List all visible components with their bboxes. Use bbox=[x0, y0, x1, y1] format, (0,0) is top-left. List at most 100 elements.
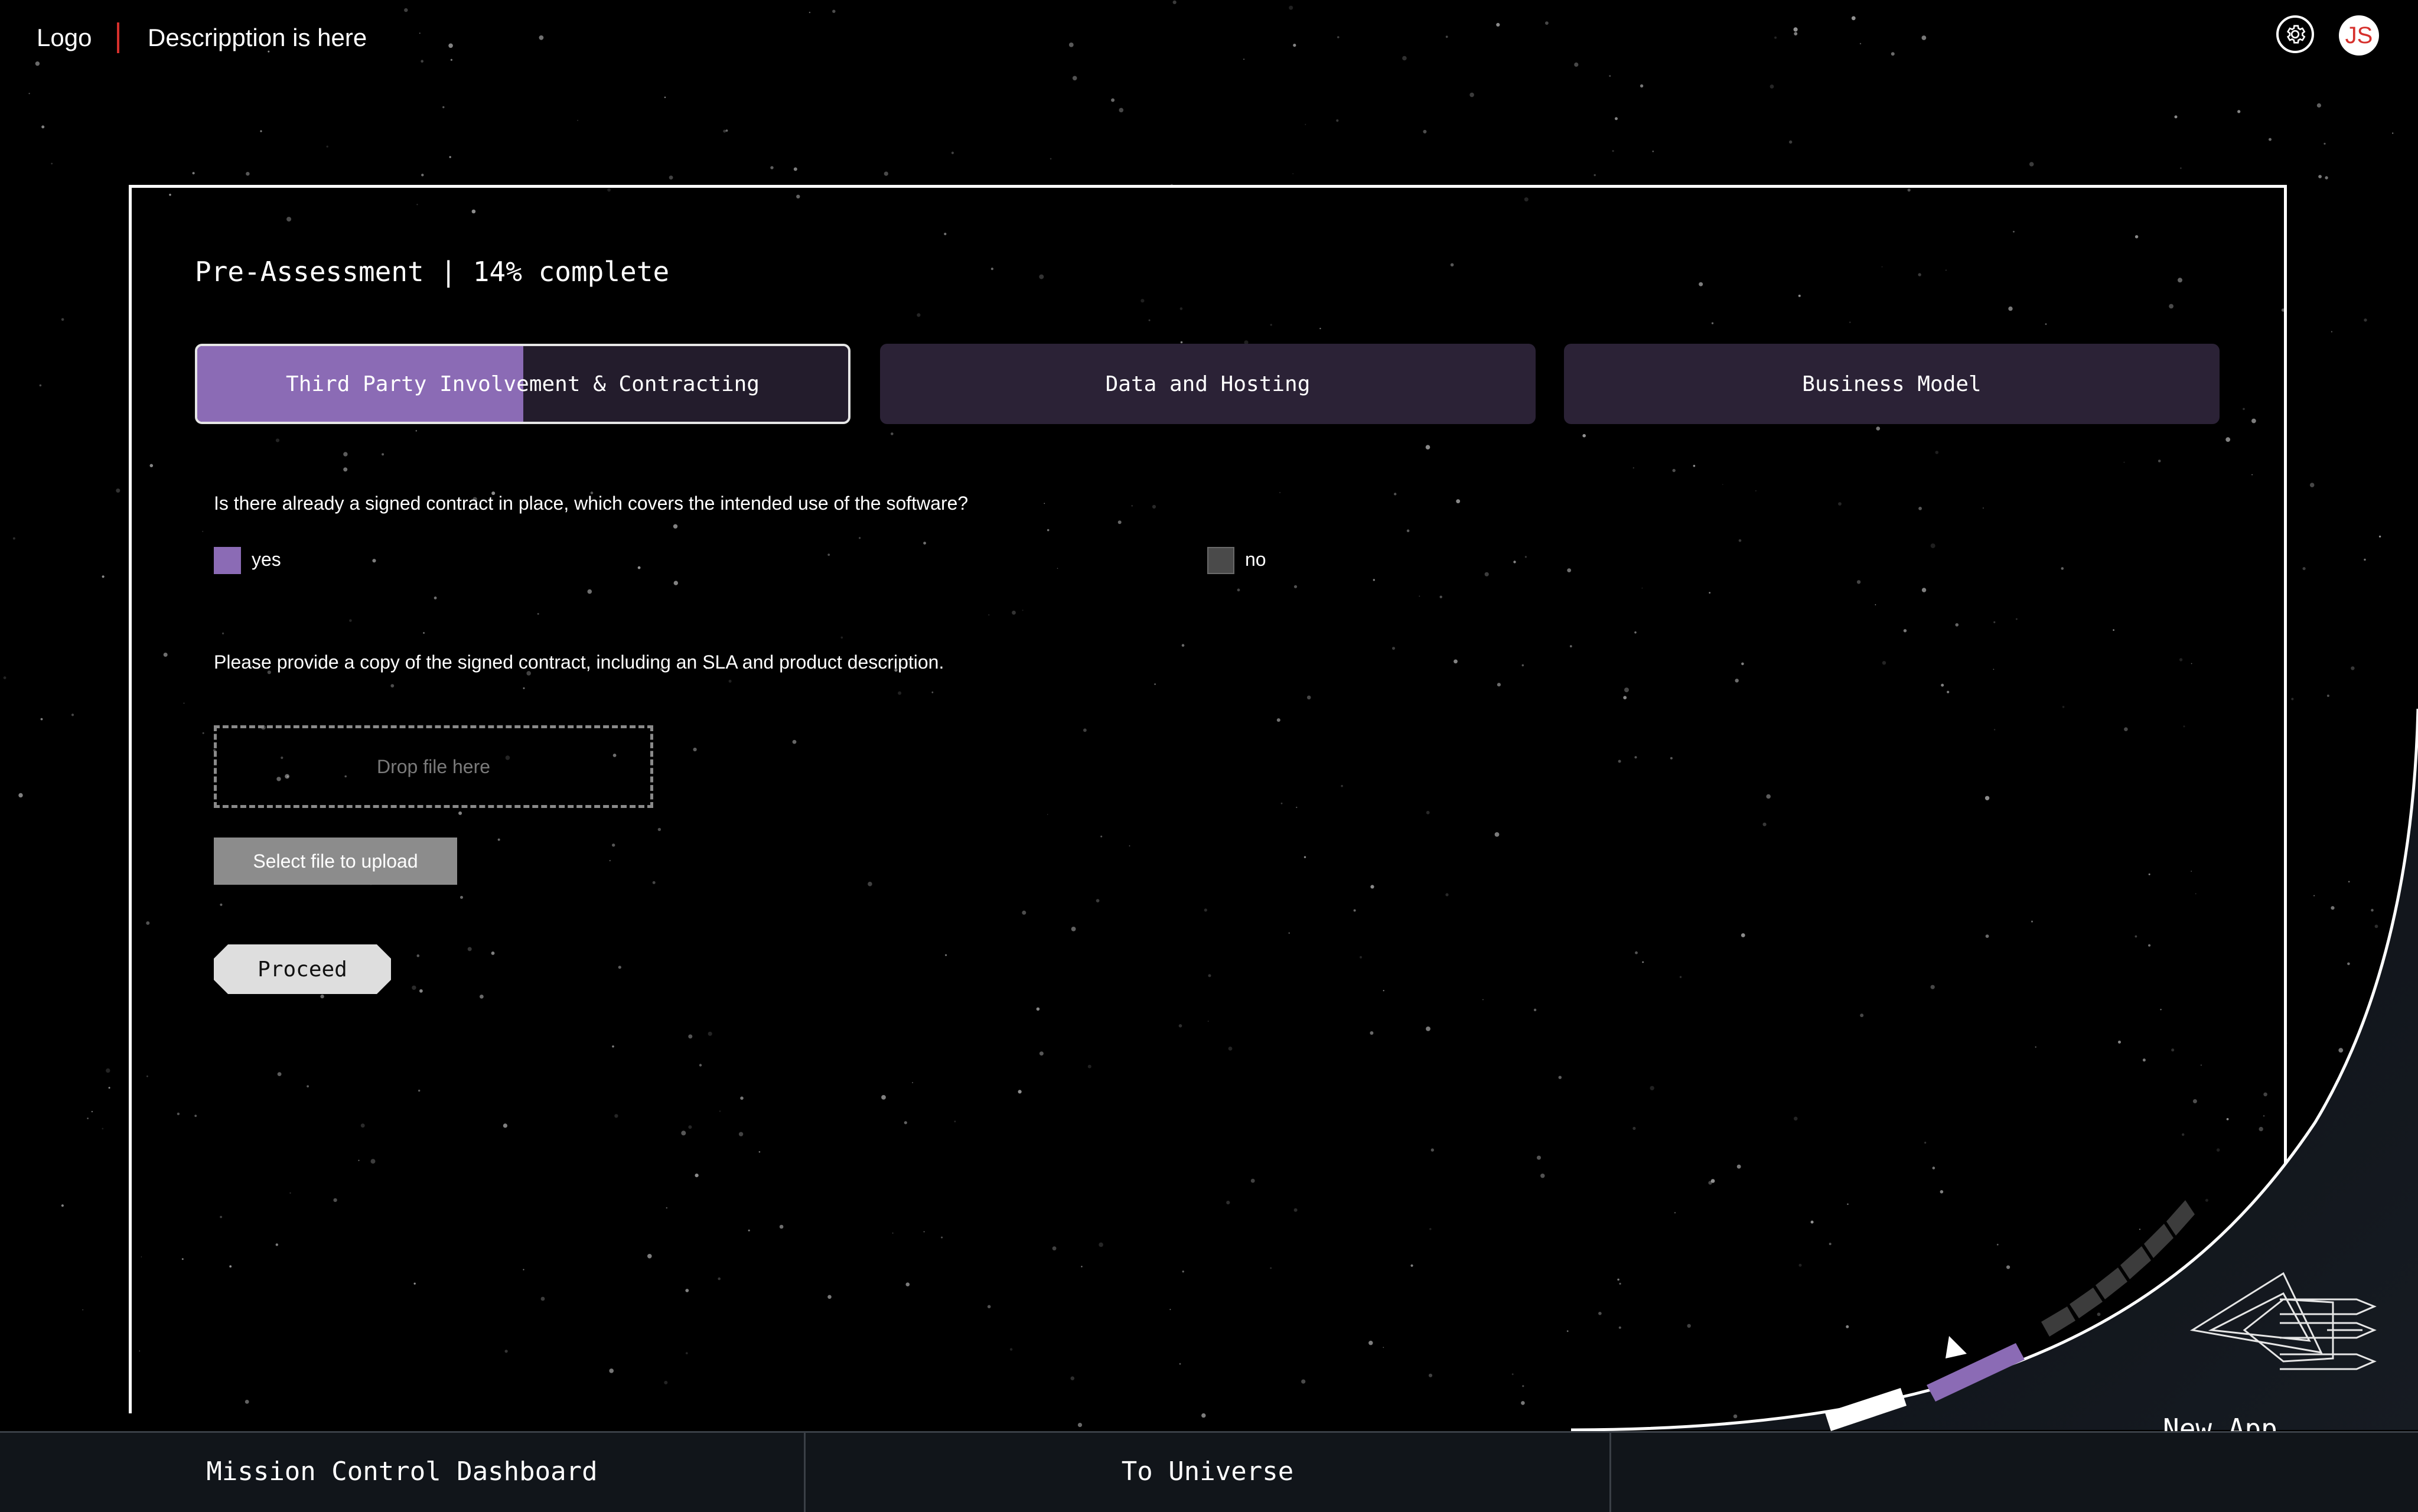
question-signed-contract: Is there already a signed contract in pl… bbox=[214, 493, 969, 514]
star bbox=[87, 1117, 89, 1119]
star bbox=[809, 11, 811, 14]
star bbox=[1445, 35, 1448, 38]
star bbox=[1545, 21, 1549, 25]
star bbox=[102, 575, 105, 578]
option-yes-label[interactable]: yes bbox=[252, 549, 281, 571]
avatar[interactable]: JS bbox=[2339, 15, 2379, 56]
nav-divider bbox=[1609, 1431, 1611, 1512]
star bbox=[51, 162, 53, 165]
star bbox=[326, 145, 328, 148]
star bbox=[61, 1204, 64, 1207]
select-file-button[interactable]: Select file to upload bbox=[214, 838, 457, 885]
star bbox=[1859, 43, 1862, 45]
star bbox=[421, 60, 423, 63]
star bbox=[419, 32, 421, 34]
star bbox=[2237, 110, 2241, 113]
star bbox=[1769, 84, 1774, 89]
star bbox=[1789, 140, 1793, 144]
star bbox=[1305, 123, 1306, 125]
nav-to-universe[interactable]: To Universe bbox=[806, 1431, 1609, 1512]
star bbox=[577, 119, 579, 121]
star bbox=[35, 61, 40, 66]
progress-arc-graphic bbox=[1570, 708, 2418, 1432]
star bbox=[1496, 22, 1500, 27]
segment-upcoming bbox=[2144, 1224, 2173, 1258]
gear-icon bbox=[2286, 25, 2306, 44]
star bbox=[102, 1128, 104, 1130]
star bbox=[450, 58, 453, 61]
star bbox=[116, 488, 120, 493]
star bbox=[1574, 62, 1579, 67]
file-dropzone[interactable]: Drop file here bbox=[214, 725, 653, 808]
star bbox=[539, 35, 544, 40]
star bbox=[1050, 158, 1052, 160]
logo[interactable]: Logo bbox=[37, 24, 92, 52]
star bbox=[723, 129, 726, 133]
tab-label: Data and Hosting bbox=[1105, 372, 1311, 396]
star bbox=[1336, 119, 1339, 122]
star bbox=[40, 718, 43, 721]
star bbox=[1851, 16, 1856, 21]
star bbox=[192, 172, 195, 175]
star bbox=[1289, 5, 1293, 10]
star bbox=[1774, 36, 1777, 39]
star bbox=[106, 1068, 110, 1073]
star bbox=[664, 96, 666, 99]
segment-upcoming bbox=[2070, 1288, 2103, 1318]
star bbox=[1593, 174, 1596, 177]
star bbox=[793, 167, 797, 171]
star bbox=[770, 166, 774, 170]
option-no-label[interactable]: no bbox=[1245, 549, 1266, 571]
star bbox=[1111, 98, 1115, 102]
star bbox=[2029, 162, 2034, 167]
tab-third-party[interactable]: Third Party Involvement & Contracting bbox=[195, 344, 850, 424]
page-title: Pre-Assessment | 14% complete bbox=[195, 256, 670, 288]
star bbox=[951, 151, 954, 154]
option-no-checkbox[interactable] bbox=[1207, 547, 1234, 574]
segment-upcoming bbox=[2120, 1246, 2151, 1279]
star bbox=[1891, 52, 1895, 56]
arc-fill bbox=[1571, 709, 2418, 1430]
star bbox=[3, 676, 6, 679]
star bbox=[1172, 0, 1177, 4]
star bbox=[1652, 150, 1654, 152]
star bbox=[71, 713, 74, 716]
star bbox=[82, 1309, 84, 1311]
star bbox=[12, 537, 15, 540]
star bbox=[1119, 107, 1124, 113]
dropzone-label: Drop file here bbox=[376, 755, 491, 777]
tab-data-hosting[interactable]: Data and Hosting bbox=[880, 344, 1536, 424]
star bbox=[1243, 58, 1245, 60]
nav-mission-control[interactable]: Mission Control Dashboard bbox=[0, 1431, 804, 1512]
star bbox=[1921, 35, 1927, 40]
star bbox=[1293, 44, 1296, 47]
tab-label: Third Party Involvement & Contracting bbox=[286, 372, 760, 396]
star bbox=[404, 8, 408, 12]
proceed-button[interactable]: Proceed bbox=[214, 944, 391, 994]
star bbox=[1068, 43, 1074, 47]
star bbox=[2180, 167, 2182, 170]
star bbox=[2269, 138, 2272, 141]
star bbox=[1292, 173, 1293, 174]
star bbox=[1794, 32, 1798, 35]
star bbox=[61, 318, 64, 321]
star bbox=[449, 156, 451, 158]
segment-upcoming bbox=[2166, 1200, 2195, 1236]
settings-button[interactable] bbox=[2276, 15, 2314, 53]
star bbox=[28, 93, 30, 94]
star bbox=[2392, 132, 2394, 134]
option-yes-checkbox[interactable] bbox=[214, 547, 241, 574]
segment-upcoming bbox=[2096, 1267, 2127, 1299]
star bbox=[1402, 56, 1407, 61]
star bbox=[442, 106, 445, 109]
star bbox=[448, 43, 453, 48]
star bbox=[246, 172, 250, 176]
star bbox=[18, 793, 23, 798]
star bbox=[1423, 129, 1427, 133]
star bbox=[1615, 117, 1618, 120]
star bbox=[884, 171, 888, 176]
star bbox=[2174, 115, 2178, 119]
star bbox=[91, 1110, 93, 1113]
star bbox=[1612, 150, 1614, 152]
star bbox=[1469, 92, 1474, 97]
